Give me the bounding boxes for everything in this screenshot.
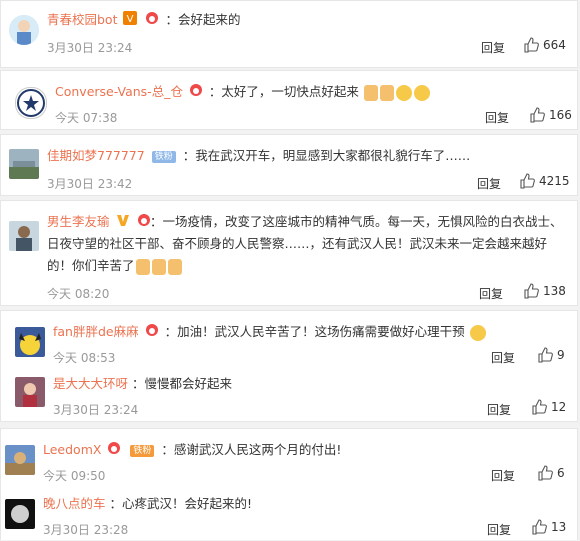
- like-count: 6: [557, 466, 565, 480]
- like-button[interactable]: 166: [529, 107, 572, 123]
- username[interactable]: LeedomX: [43, 442, 101, 457]
- like-button[interactable]: 664: [523, 37, 566, 53]
- reply-button[interactable]: 回复: [487, 521, 511, 538]
- thumbs-up-icon: [524, 37, 539, 53]
- reply-button[interactable]: 回复: [491, 467, 515, 484]
- comment-time: 今天 07:38: [55, 111, 118, 125]
- thumbs-up-icon: [530, 107, 545, 123]
- nested-reply: 是大大大环呀 ：慢慢都会好起来 3月30日 23:24 回复 12: [1, 369, 577, 421]
- comment-card: 男生李友瑜 ：一场疫情，改变了这座城市的精神气质。每一天，无惧风险的白衣战士、日…: [0, 200, 578, 306]
- thumbs-up-icon: [520, 173, 535, 189]
- like-button[interactable]: 138: [523, 283, 566, 299]
- username[interactable]: 晚八点的车: [43, 496, 106, 511]
- comment-list: 青春校园bot V ：会好起来的 3月30日 23:24 回复 664 Conv…: [0, 0, 580, 540]
- reply-button[interactable]: 回复: [485, 109, 509, 126]
- username[interactable]: 青春校园bot: [47, 12, 117, 27]
- like-count: 12: [551, 400, 567, 414]
- comment-time: 3月30日 23:42: [47, 177, 133, 191]
- reply-button[interactable]: 回复: [481, 39, 505, 56]
- comment-time: 3月30日 23:24: [47, 41, 133, 55]
- comment-time: 3月30日 23:28: [43, 523, 129, 537]
- nested-reply: 晚八点的车 ：心疼武汉！会好起来的! 3月30日 23:28 回复 13: [1, 487, 577, 541]
- member-crown-icon: [107, 441, 121, 460]
- pray-emoji: [363, 84, 378, 101]
- comment-card: LeedomX 铁粉 ：感谢武汉人民这两个月的付出! 今天 09:50 回复 6…: [0, 428, 578, 540]
- member-crown-icon: [145, 323, 159, 342]
- reply-button[interactable]: 回复: [491, 349, 515, 366]
- thumbs-up-emoji: [151, 258, 166, 275]
- comment-text: ：心疼武汉！会好起来的!: [109, 496, 253, 511]
- thumbs-up-icon: [538, 347, 553, 363]
- like-button[interactable]: 13: [531, 519, 566, 535]
- comment-time: 3月30日 23:24: [53, 403, 139, 417]
- like-button[interactable]: 4215: [519, 173, 570, 189]
- comment-time: 今天 08:53: [53, 351, 116, 365]
- comment-text: ：慢慢都会好起来: [132, 376, 233, 391]
- avatar[interactable]: [15, 87, 47, 119]
- username[interactable]: Converse-Vans-总_仓: [55, 84, 183, 99]
- svg-text:V: V: [127, 14, 134, 25]
- comment-text: ：一场疫情，改变了这座城市的精神气质。每一天，无惧风险的白衣战士、日夜守望的社区…: [47, 214, 563, 273]
- avatar[interactable]: [9, 15, 39, 45]
- comment-text: ：我在武汉开车，明显感到大家都很礼貌行车了……: [182, 148, 471, 163]
- thumbs-up-icon: [532, 519, 547, 535]
- comment-time: 今天 09:50: [43, 469, 106, 483]
- like-count: 13: [551, 520, 567, 534]
- comment-card: 青春校园bot V ：会好起来的 3月30日 23:24 回复 664: [0, 0, 578, 68]
- avatar[interactable]: [9, 221, 39, 251]
- username[interactable]: 佳期如梦777777: [47, 148, 145, 163]
- comment-card: Converse-Vans-总_仓 ：太好了，一切快点好起来 今天 07:38 …: [0, 70, 578, 130]
- comment-text: ：加油！武汉人民辛苦了！这场伤痛需要做好心理干预: [164, 324, 465, 339]
- avatar[interactable]: [5, 445, 35, 475]
- thumbs-up-emoji: [135, 258, 150, 275]
- like-count: 4215: [539, 174, 570, 188]
- username[interactable]: fan胖胖de麻麻: [53, 324, 139, 339]
- thumbs-up-icon: [532, 399, 547, 415]
- comment-text: ：感谢武汉人民这两个月的付出!: [161, 442, 342, 457]
- comment-text: ：会好起来的: [165, 12, 241, 27]
- kiss-emoji: [395, 84, 412, 101]
- username[interactable]: 是大大大环呀: [53, 376, 128, 391]
- comment-text: ：太好了，一切快点好起来: [208, 84, 359, 99]
- fan-badge: 铁粉: [130, 444, 155, 457]
- avatar[interactable]: [15, 327, 45, 357]
- pray-emoji: [379, 84, 394, 101]
- avatar[interactable]: [15, 377, 45, 407]
- like-count: 166: [549, 108, 572, 122]
- reply-button[interactable]: 回复: [477, 175, 501, 192]
- like-count: 138: [543, 284, 566, 298]
- crying-emoji: [469, 324, 486, 341]
- member-crown-icon: [189, 83, 203, 102]
- like-button[interactable]: 6: [537, 465, 565, 481]
- like-count: 9: [557, 348, 565, 362]
- verified-v-icon: V: [123, 11, 138, 30]
- like-button[interactable]: 12: [531, 399, 566, 415]
- comment-card: fan胖胖de麻麻 ：加油！武汉人民辛苦了！这场伤痛需要做好心理干预 今天 08…: [0, 310, 578, 422]
- like-count: 664: [543, 38, 566, 52]
- thumbs-up-icon: [538, 465, 553, 481]
- reply-button[interactable]: 回复: [479, 285, 503, 302]
- reply-button[interactable]: 回复: [487, 401, 511, 418]
- like-button[interactable]: 9: [537, 347, 565, 363]
- fan-badge: 铁粉: [151, 150, 176, 163]
- thumbs-up-icon: [524, 283, 539, 299]
- avatar[interactable]: [9, 149, 39, 179]
- thumbs-up-emoji: [167, 258, 182, 275]
- member-crown-icon: [145, 11, 159, 30]
- comment-card: 佳期如梦777777 铁粉 ：我在武汉开车，明显感到大家都很礼貌行车了…… 3月…: [0, 134, 578, 196]
- comment-time: 今天 08:20: [47, 287, 110, 301]
- avatar[interactable]: [5, 499, 35, 529]
- kiss-emoji: [413, 84, 430, 101]
